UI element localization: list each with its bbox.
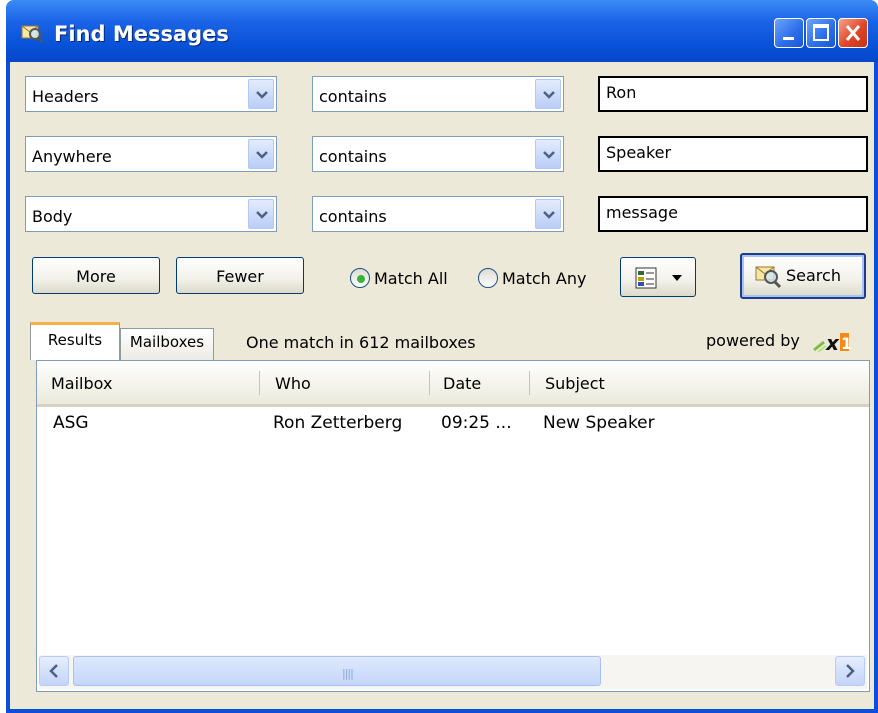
field-select-value: Headers: [32, 87, 99, 106]
dropdown-arrow[interactable]: [535, 79, 561, 109]
column-header-date[interactable]: Date: [443, 374, 481, 393]
title-bar[interactable]: Find Messages: [6, 0, 878, 62]
field-select-2[interactable]: Anywhere: [25, 136, 277, 172]
dropdown-arrow[interactable]: [248, 199, 274, 229]
chevron-down-icon: [543, 91, 555, 99]
scroll-thumb[interactable]: ||||: [73, 656, 601, 686]
horizontal-scrollbar[interactable]: ||||: [39, 655, 867, 689]
caret-down-icon: [672, 275, 682, 281]
chevron-down-icon: [543, 151, 555, 159]
scroll-left-button[interactable]: [39, 656, 69, 686]
match-all-label: Match All: [374, 269, 448, 288]
more-button-label: More: [76, 267, 116, 286]
radio-selected-dot: [357, 275, 365, 283]
arrow-right-icon: [846, 664, 855, 678]
results-list[interactable]: Mailbox Who Date Subject ASG Ron Zetterb…: [36, 360, 870, 692]
minimize-button[interactable]: [774, 18, 804, 48]
maximize-icon: [813, 24, 829, 41]
field-select-1[interactable]: Headers: [25, 76, 277, 112]
value-input-3-field[interactable]: [606, 203, 856, 222]
column-header-mailbox[interactable]: Mailbox: [51, 374, 112, 393]
cell-subject: New Speaker: [543, 413, 655, 433]
operator-select-value: contains: [319, 87, 387, 106]
cell-mailbox: ASG: [53, 413, 89, 433]
column-header-row: Mailbox Who Date Subject: [37, 361, 869, 407]
svg-text:x: x: [825, 331, 840, 354]
operator-select-3[interactable]: contains: [312, 196, 564, 232]
field-select-value: Body: [32, 207, 73, 226]
cell-date: 09:25 ...: [441, 413, 512, 433]
operator-select-value: contains: [319, 147, 387, 166]
operator-select-2[interactable]: contains: [312, 136, 564, 172]
value-input-2[interactable]: [598, 136, 868, 172]
x1-logo-icon: x 1: [813, 331, 852, 354]
search-button-label: Search: [786, 266, 841, 285]
chevron-down-icon: [256, 211, 268, 219]
maximize-button[interactable]: [806, 18, 836, 48]
close-icon: [845, 25, 861, 41]
tab-results-label: Results: [47, 331, 103, 349]
scroll-grip: ||||: [342, 667, 354, 680]
chevron-down-icon: [543, 211, 555, 219]
column-divider[interactable]: [529, 371, 530, 395]
column-divider[interactable]: [259, 371, 260, 395]
dropdown-arrow[interactable]: [248, 139, 274, 169]
tab-mailboxes[interactable]: Mailboxes: [120, 328, 214, 360]
close-button[interactable]: [838, 18, 868, 48]
dropdown-arrow[interactable]: [535, 199, 561, 229]
tab-mailboxes-label: Mailboxes: [129, 333, 205, 351]
field-select-3[interactable]: Body: [25, 196, 277, 232]
column-divider[interactable]: [429, 371, 430, 395]
cell-who: Ron Zetterberg: [273, 413, 403, 433]
radio-circle: [478, 268, 498, 288]
search-button[interactable]: Search: [740, 253, 866, 299]
powered-by-text: powered by: [706, 331, 800, 350]
radio-circle: [350, 268, 370, 288]
value-input-1[interactable]: [598, 76, 868, 112]
view-options-button[interactable]: [620, 257, 696, 297]
column-header-subject[interactable]: Subject: [545, 374, 605, 393]
chevron-down-icon: [256, 91, 268, 99]
chevron-down-icon: [256, 151, 268, 159]
scroll-right-button[interactable]: [835, 656, 865, 686]
fewer-button[interactable]: Fewer: [176, 257, 304, 294]
minimize-icon: [783, 37, 794, 40]
tab-results[interactable]: Results: [30, 322, 120, 360]
column-header-who[interactable]: Who: [275, 374, 311, 393]
find-messages-icon: [21, 25, 44, 44]
match-count-status: One match in 612 mailboxes: [246, 333, 476, 352]
value-input-3[interactable]: [598, 196, 868, 232]
find-messages-window: Find Messages Headers contains Anywhere: [6, 0, 878, 713]
match-any-label: Match Any: [502, 269, 587, 288]
more-button[interactable]: More: [32, 257, 160, 294]
arrow-left-icon: [49, 664, 58, 678]
column-view-icon: [635, 267, 657, 289]
window-title: Find Messages: [54, 22, 229, 46]
dropdown-arrow[interactable]: [535, 139, 561, 169]
value-input-2-field[interactable]: [606, 143, 856, 162]
search-magnifier-icon: [755, 266, 782, 289]
fewer-button-label: Fewer: [216, 267, 264, 286]
operator-select-value: contains: [319, 207, 387, 226]
operator-select-1[interactable]: contains: [312, 76, 564, 112]
dropdown-arrow[interactable]: [248, 79, 274, 109]
svg-text:1: 1: [841, 334, 852, 353]
field-select-value: Anywhere: [32, 147, 112, 166]
value-input-1-field[interactable]: [606, 83, 856, 102]
